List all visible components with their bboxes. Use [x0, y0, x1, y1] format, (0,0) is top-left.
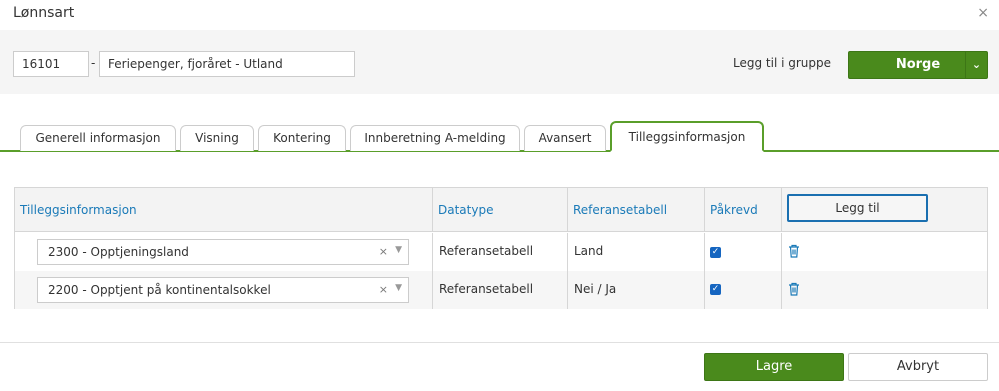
datatype-cell: Referansetabell — [433, 271, 568, 309]
info-select-value: 2300 - Opptjeningsland — [48, 245, 189, 259]
trash-icon[interactable] — [786, 281, 802, 297]
header-band: - Legg til i gruppe Norge ⌄ — [0, 30, 999, 94]
required-checkbox[interactable]: ✓ — [710, 247, 721, 258]
group-button-label: Norge — [895, 57, 941, 72]
column-header-referansetabell[interactable]: Referansetabell — [568, 188, 705, 232]
tab-avansert[interactable]: Avansert — [524, 125, 606, 151]
chevron-down-icon[interactable]: ⌄ — [965, 52, 987, 78]
info-select-value: 2200 - Opptjent på kontinentalsokkel — [48, 283, 271, 297]
clear-icon[interactable]: × — [379, 283, 388, 296]
group-label: Legg til i gruppe — [733, 56, 832, 70]
dialog-title: Lønnsart — [13, 5, 75, 21]
datatype-cell: Referansetabell — [433, 233, 568, 271]
column-header-tilleggsinformasjon[interactable]: Tilleggsinformasjon — [15, 188, 433, 232]
column-header-pakrevd[interactable]: Påkrevd — [705, 188, 782, 232]
additional-info-grid: Tilleggsinformasjon Datatype Referanseta… — [14, 187, 988, 309]
column-header-datatype[interactable]: Datatype — [433, 188, 568, 232]
save-button[interactable]: Lagre — [704, 353, 844, 381]
dropdown-arrow-icon[interactable]: ▼ — [395, 283, 402, 293]
name-input[interactable] — [99, 51, 355, 77]
tab-visning[interactable]: Visning — [180, 125, 254, 151]
cancel-button[interactable]: Avbryt — [848, 353, 988, 381]
reference-cell: Land — [568, 233, 705, 271]
tab-tilleggsinformasjon[interactable]: Tilleggsinformasjon — [610, 121, 764, 152]
dropdown-arrow-icon[interactable]: ▼ — [395, 245, 402, 255]
reference-cell: Nei / Ja — [568, 271, 705, 309]
info-select[interactable]: 2300 - Opptjeningsland × ▼ — [37, 239, 409, 265]
dialog-titlebar: Lønnsart × — [0, 0, 999, 30]
required-checkbox[interactable]: ✓ — [710, 284, 721, 295]
trash-icon[interactable] — [786, 243, 802, 259]
tab-innberetning-a-melding[interactable]: Innberetning A-melding — [350, 125, 520, 151]
tab-generell-informasjon[interactable]: Generell informasjon — [20, 125, 176, 151]
tab-kontering[interactable]: Kontering — [258, 125, 346, 151]
close-icon[interactable]: × — [977, 5, 989, 21]
code-input[interactable] — [13, 51, 89, 77]
clear-icon[interactable]: × — [379, 245, 388, 258]
group-dropdown-button[interactable]: Norge ⌄ — [848, 51, 988, 79]
info-select[interactable]: 2200 - Opptjent på kontinentalsokkel × ▼ — [37, 277, 409, 303]
footer-divider — [0, 342, 999, 343]
code-separator: - — [91, 56, 96, 70]
add-button[interactable]: Legg til — [787, 194, 928, 222]
